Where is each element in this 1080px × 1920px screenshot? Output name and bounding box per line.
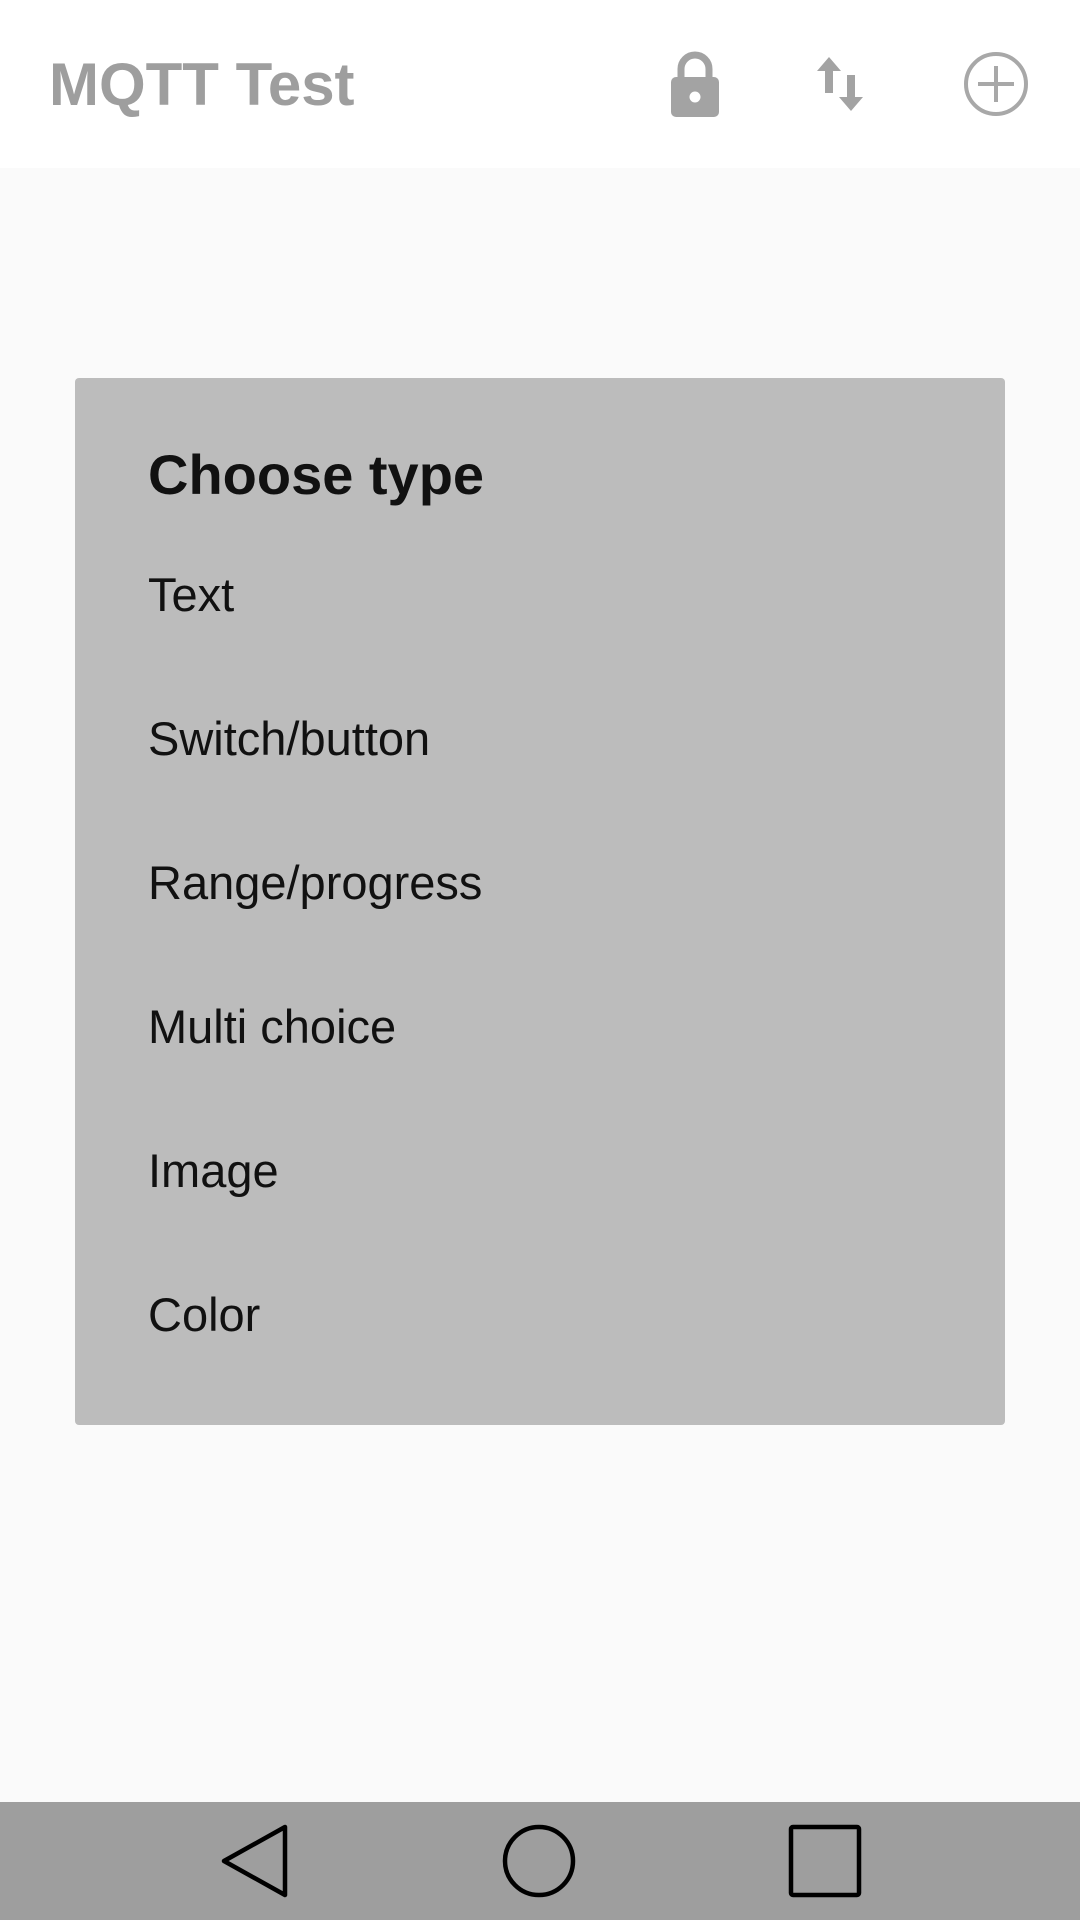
swap-vertical-icon[interactable]	[800, 44, 880, 124]
app-title: MQTT Test	[49, 51, 355, 118]
option-multi-choice[interactable]: Multi choice	[75, 954, 1005, 1098]
option-color[interactable]: Color	[75, 1242, 1005, 1386]
dialog-options-list: Text Switch/button Range/progress Multi …	[75, 522, 1005, 1386]
navigation-bar	[0, 1802, 1080, 1920]
option-range-progress[interactable]: Range/progress	[75, 810, 1005, 954]
option-text[interactable]: Text	[75, 522, 1005, 666]
add-circle-icon[interactable]	[956, 44, 1036, 124]
option-switch-button[interactable]: Switch/button	[75, 666, 1005, 810]
back-triangle-icon[interactable]	[215, 1821, 295, 1901]
lock-icon[interactable]	[655, 44, 735, 124]
choose-type-dialog: Choose type Text Switch/button Range/pro…	[75, 378, 1005, 1425]
home-circle-icon[interactable]	[499, 1821, 579, 1901]
app-bar: MQTT Test	[0, 0, 1080, 168]
dialog-title: Choose type	[148, 443, 485, 506]
option-image[interactable]: Image	[75, 1098, 1005, 1242]
recents-square-icon[interactable]	[785, 1821, 865, 1901]
